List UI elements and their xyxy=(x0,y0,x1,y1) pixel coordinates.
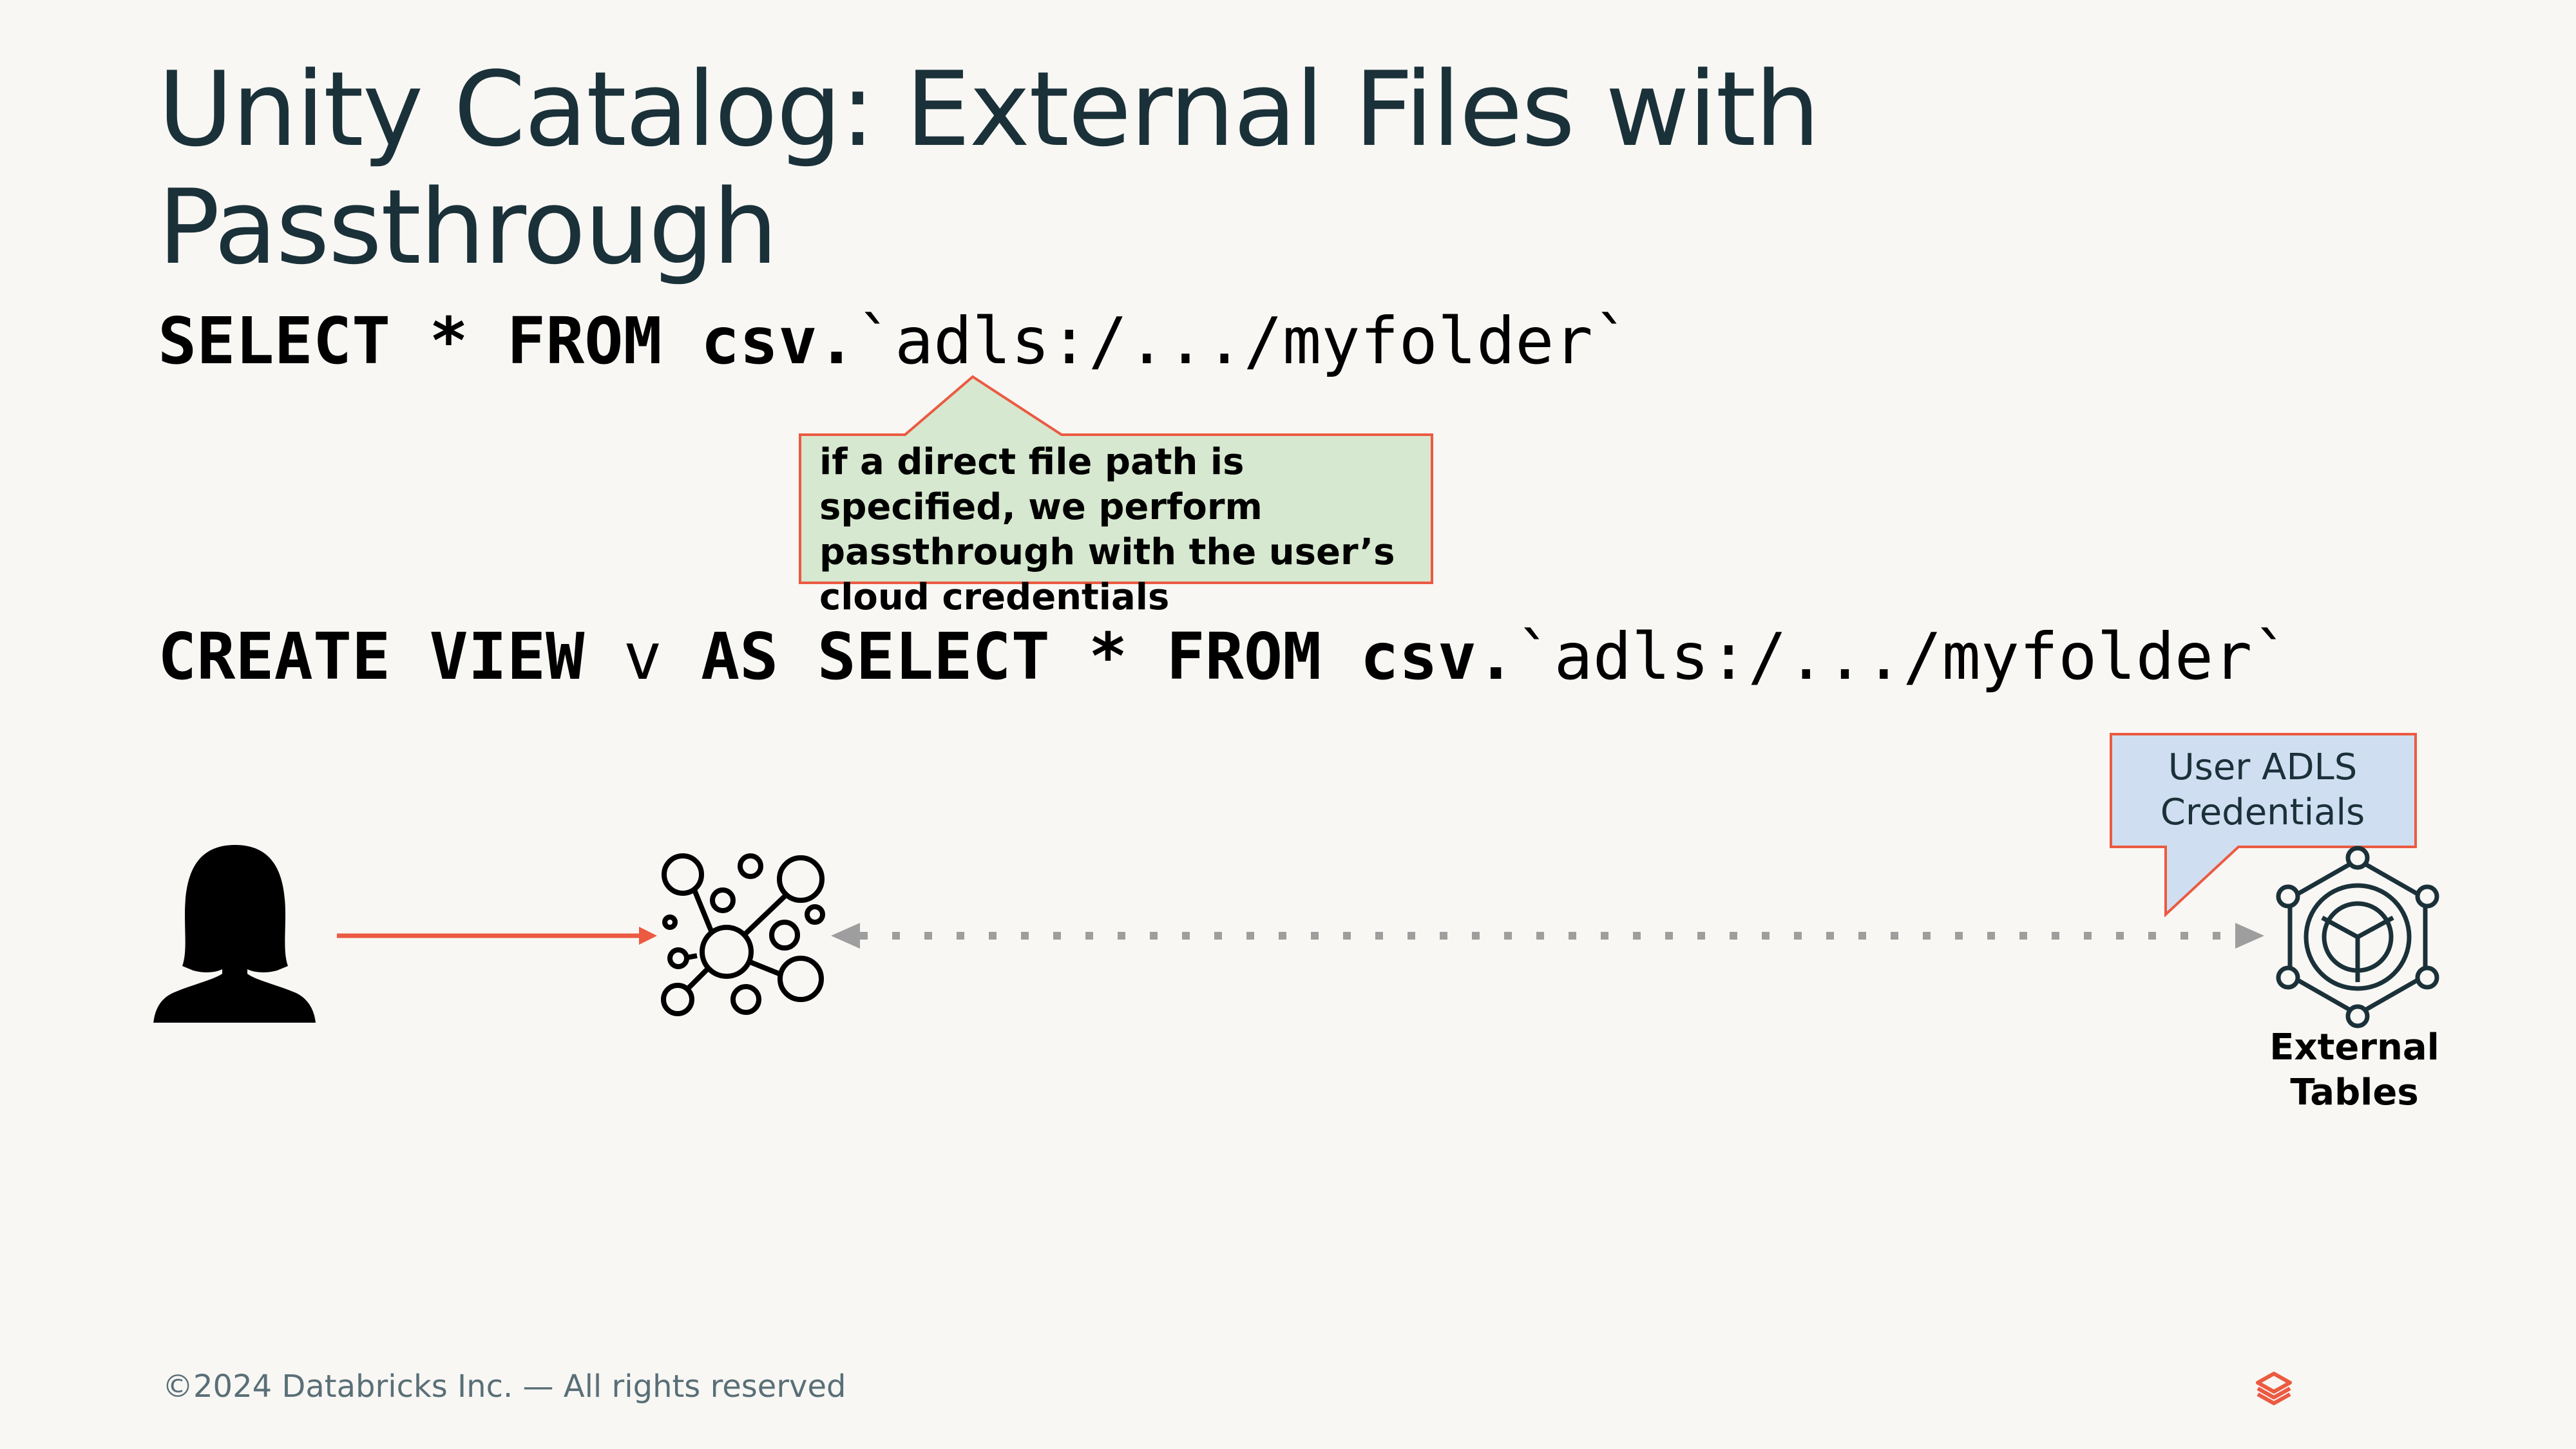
request-arrow xyxy=(337,927,657,945)
cube-network-icon xyxy=(2276,846,2439,1028)
footer-copyright: ©2024 Databricks Inc. — All rights reser… xyxy=(162,1368,846,1405)
network-nodes-icon xyxy=(661,853,825,1016)
databricks-logo-icon xyxy=(2256,1372,2292,1405)
external-tables-label: External Tables xyxy=(2269,1027,2439,1113)
callout-credentials-text: User ADLS Credentials xyxy=(2160,746,2365,833)
callout-passthrough-text: if a direct file path is specified, we p… xyxy=(819,441,1395,618)
passthrough-dotted-arrow xyxy=(831,923,2264,949)
user-silhouette-icon xyxy=(153,845,316,1024)
diagram-canvas xyxy=(153,375,2439,1405)
